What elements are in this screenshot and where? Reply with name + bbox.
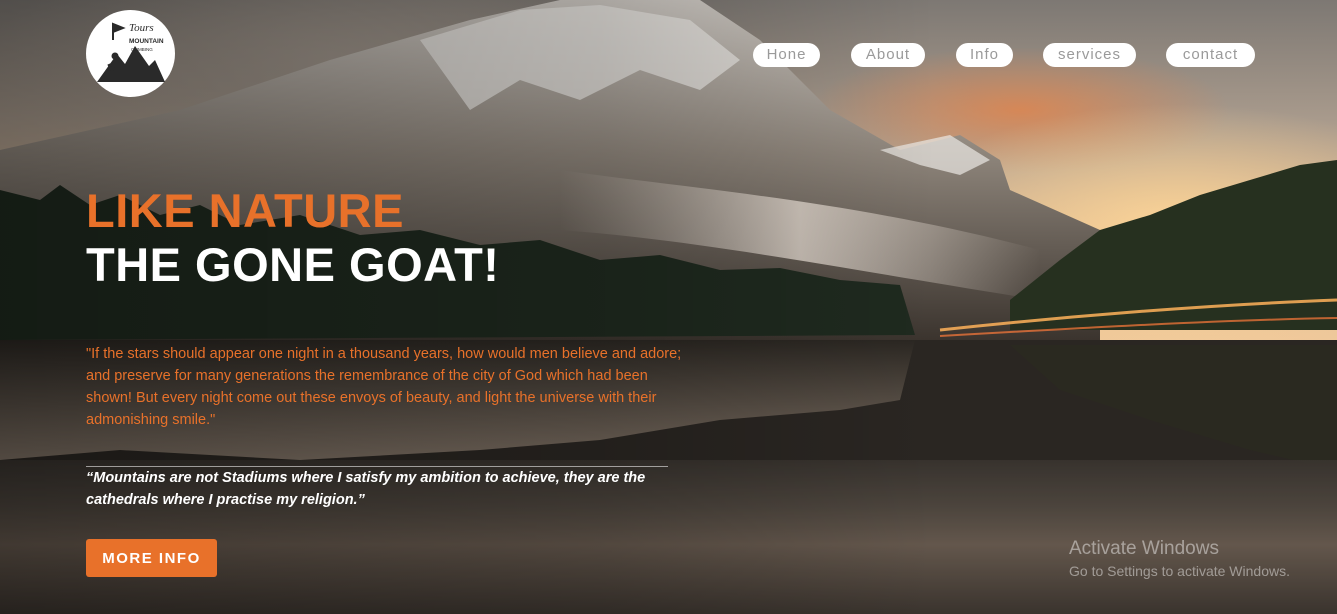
activate-windows-title: Activate Windows xyxy=(1069,538,1219,559)
nav-services[interactable]: services xyxy=(1043,43,1136,67)
hero-headline-accent: LIKE NATURE xyxy=(86,184,404,237)
hero-quote-secondary: “Mountains are not Stadiums where I sati… xyxy=(86,470,646,508)
nav-about[interactable]: About xyxy=(851,43,925,67)
overlay-shade xyxy=(0,0,1337,614)
nav-info[interactable]: Info xyxy=(956,43,1013,67)
nav-contact[interactable]: contact xyxy=(1166,43,1255,67)
activate-windows-subtitle: Go to Settings to activate Windows. xyxy=(1069,563,1290,579)
main-nav: Hone About Info services contact xyxy=(0,43,1337,67)
hero-headline: THE GONE GOAT! xyxy=(86,238,500,291)
hero-quote: "If the stars should appear one night in… xyxy=(86,346,682,428)
nav-home[interactable]: Hone xyxy=(753,43,820,67)
logo-text-top: Tours xyxy=(129,22,154,34)
more-info-button[interactable]: MORE INFO xyxy=(86,539,217,577)
hero-background xyxy=(0,0,1337,614)
